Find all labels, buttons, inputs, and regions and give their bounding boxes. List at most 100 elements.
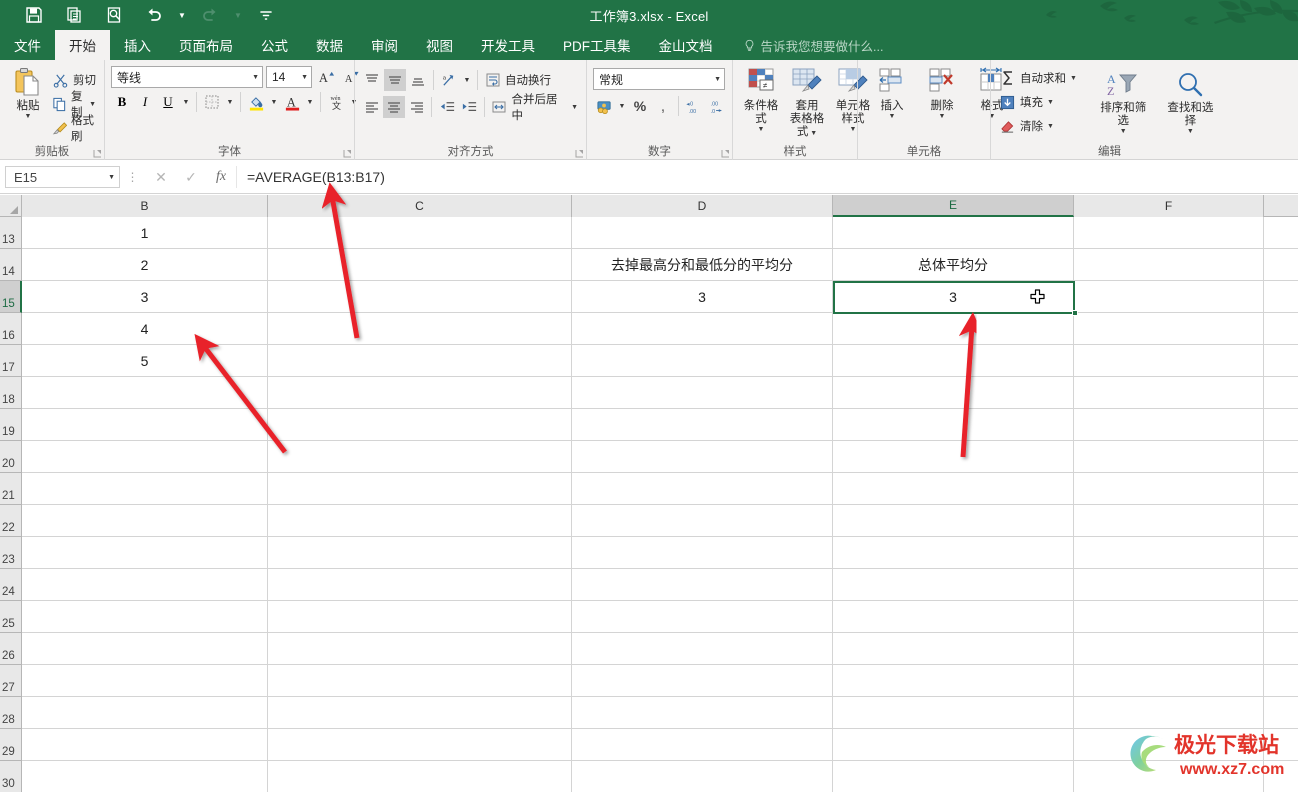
copy-dropdown-icon[interactable]: ▼: [89, 101, 96, 108]
cell-E15[interactable]: 3: [833, 281, 1073, 312]
underline-button[interactable]: U: [157, 91, 179, 113]
wrap-text-button[interactable]: 自动换行: [482, 68, 553, 92]
increase-decimal-button[interactable]: .0.00: [683, 95, 705, 117]
align-center-button[interactable]: [383, 96, 405, 118]
font-dialog-launcher-icon[interactable]: [343, 149, 352, 158]
confirm-edit-icon[interactable]: ✓: [176, 166, 206, 188]
merge-center-button[interactable]: 合并后居中 ▼: [489, 94, 580, 122]
column-header-c[interactable]: C: [268, 195, 572, 217]
clipboard-dialog-launcher-icon[interactable]: [93, 149, 102, 158]
borders-dropdown-icon[interactable]: ▼: [224, 91, 236, 113]
tab-developer[interactable]: 开发工具: [467, 30, 549, 60]
tab-pdf-tools[interactable]: PDF工具集: [549, 30, 645, 60]
align-right-button[interactable]: [406, 96, 427, 118]
cell-D15[interactable]: 3: [572, 281, 832, 312]
insert-function-icon[interactable]: fx: [206, 166, 236, 188]
cell-styles-dropdown-icon[interactable]: ▼: [850, 126, 857, 133]
cell-E14[interactable]: 总体平均分: [833, 249, 1073, 280]
font-size-dropdown-icon[interactable]: ▼: [301, 74, 308, 81]
sort-filter-button[interactable]: A Z 排序和筛选 ▼: [1092, 66, 1155, 137]
cell-D14[interactable]: 去掉最高分和最低分的平均分: [572, 249, 832, 280]
row-header-27[interactable]: 27: [0, 665, 22, 697]
conditional-formatting-button[interactable]: ≠ 条件格式 ▼: [739, 64, 783, 135]
font-size-box[interactable]: 14 ▼: [266, 66, 312, 88]
clear-dropdown-icon[interactable]: ▼: [1047, 123, 1054, 130]
number-format-dropdown-icon[interactable]: ▼: [714, 76, 721, 83]
autosum-button[interactable]: 自动求和 ▼: [997, 66, 1088, 90]
tab-data[interactable]: 数据: [302, 30, 357, 60]
accounting-format-button[interactable]: [593, 95, 615, 117]
font-name-box[interactable]: 等线 ▼: [111, 66, 263, 88]
row-header-24[interactable]: 24: [0, 569, 22, 601]
format-as-table-button[interactable]: 套用 表格格式 ▼: [785, 64, 829, 142]
row-header-30[interactable]: 30: [0, 761, 22, 792]
row-header-23[interactable]: 23: [0, 537, 22, 569]
column-header-f[interactable]: F: [1074, 195, 1264, 217]
tab-page-layout[interactable]: 页面布局: [165, 30, 247, 60]
row-header-17[interactable]: 17: [0, 345, 22, 377]
merge-center-dropdown-icon[interactable]: ▼: [571, 104, 578, 111]
format-as-table-dropdown-icon[interactable]: ▼: [808, 130, 817, 137]
row-header-19[interactable]: 19: [0, 409, 22, 441]
tab-kingsoft-docs[interactable]: 金山文档: [645, 30, 727, 60]
paste-dropdown-icon[interactable]: ▼: [25, 113, 32, 120]
increase-indent-button[interactable]: [459, 96, 480, 118]
tab-formulas[interactable]: 公式: [247, 30, 302, 60]
tab-home[interactable]: 开始: [55, 30, 110, 60]
name-box[interactable]: E15 ▼: [5, 166, 120, 188]
font-name-dropdown-icon[interactable]: ▼: [252, 74, 259, 81]
align-top-button[interactable]: [361, 69, 383, 91]
accounting-dropdown-icon[interactable]: ▼: [616, 95, 628, 117]
formula-bar-grip[interactable]: ⋮: [120, 170, 146, 184]
number-format-box[interactable]: 常规 ▼: [593, 68, 725, 90]
fill-color-dropdown-icon[interactable]: ▼: [268, 91, 280, 113]
align-left-button[interactable]: [361, 96, 382, 118]
column-header-d[interactable]: D: [572, 195, 833, 217]
tab-view[interactable]: 视图: [412, 30, 467, 60]
paste-button[interactable]: 粘贴 ▼: [6, 64, 50, 122]
insert-cells-dropdown-icon[interactable]: ▼: [889, 113, 896, 120]
alignment-dialog-launcher-icon[interactable]: [575, 149, 584, 158]
grow-font-button[interactable]: A: [315, 66, 337, 88]
percent-style-button[interactable]: %: [629, 95, 651, 117]
fill-handle[interactable]: [1072, 310, 1078, 316]
conditional-formatting-dropdown-icon[interactable]: ▼: [758, 126, 765, 133]
row-header-15[interactable]: 15: [0, 281, 22, 313]
orientation-button[interactable]: a: [438, 69, 460, 91]
cancel-edit-icon[interactable]: ✕: [146, 166, 176, 188]
row-header-14[interactable]: 14: [0, 249, 22, 281]
italic-button[interactable]: I: [134, 91, 156, 113]
row-header-20[interactable]: 20: [0, 441, 22, 473]
comma-style-button[interactable]: ,: [652, 95, 674, 117]
number-dialog-launcher-icon[interactable]: [721, 149, 730, 158]
column-header-e[interactable]: E: [833, 195, 1074, 217]
tell-me-box[interactable]: 告诉我您想要做什么...: [743, 30, 883, 60]
font-color-button[interactable]: A: [281, 91, 303, 113]
fill-dropdown-icon[interactable]: ▼: [1047, 99, 1054, 106]
align-bottom-button[interactable]: [407, 69, 429, 91]
cell-B15[interactable]: 3: [22, 281, 267, 312]
bold-button[interactable]: B: [111, 91, 133, 113]
autosum-dropdown-icon[interactable]: ▼: [1070, 75, 1077, 82]
clear-button[interactable]: 清除 ▼: [997, 114, 1088, 138]
row-header-21[interactable]: 21: [0, 473, 22, 505]
align-middle-button[interactable]: [384, 69, 406, 91]
cell-area[interactable]: 1 2 3 4 5 去掉最高分和最低分的平均分 3 总体平均分 3: [22, 217, 1298, 792]
format-painter-button[interactable]: 格式刷: [50, 115, 98, 143]
insert-cells-button[interactable]: 插入 ▼: [870, 64, 914, 122]
decrease-indent-button[interactable]: [436, 96, 457, 118]
name-box-dropdown-icon[interactable]: ▼: [108, 174, 115, 181]
find-select-dropdown-icon[interactable]: ▼: [1187, 128, 1194, 135]
sort-filter-dropdown-icon[interactable]: ▼: [1120, 128, 1127, 135]
tab-insert[interactable]: 插入: [110, 30, 165, 60]
orientation-dropdown-icon[interactable]: ▼: [461, 69, 473, 91]
row-header-26[interactable]: 26: [0, 633, 22, 665]
cell-B16[interactable]: 4: [22, 313, 267, 344]
phonetic-guide-button[interactable]: wén 文: [325, 91, 347, 113]
row-header-13[interactable]: 13: [0, 217, 22, 249]
fill-color-button[interactable]: [245, 91, 267, 113]
underline-dropdown-icon[interactable]: ▼: [180, 91, 192, 113]
delete-cells-dropdown-icon[interactable]: ▼: [939, 113, 946, 120]
font-color-dropdown-icon[interactable]: ▼: [304, 91, 316, 113]
borders-button[interactable]: [201, 91, 223, 113]
